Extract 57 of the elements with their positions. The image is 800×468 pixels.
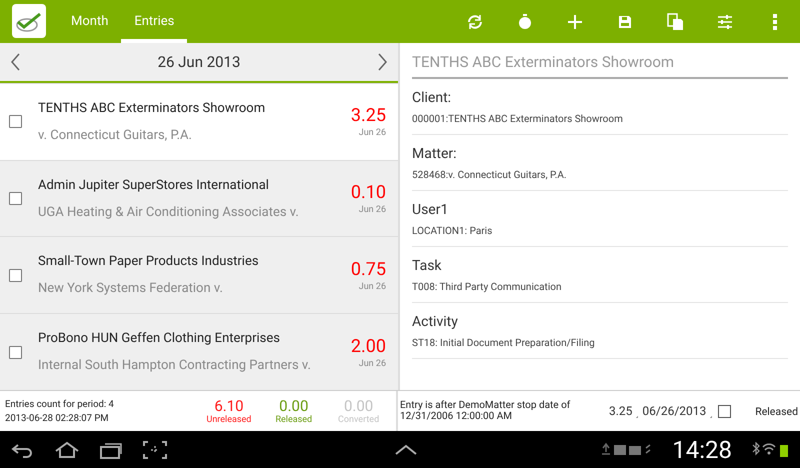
field-value: ST18: Initial Document Preparation/Filing: [412, 338, 596, 349]
clock-time: 14:28: [672, 436, 732, 464]
released-label: Released: [755, 404, 798, 418]
total-label: Unreleased: [206, 415, 252, 425]
matter-name: v. Connecticut Guitars, P.A.: [38, 128, 193, 143]
total-label: Converted: [338, 415, 380, 425]
hours-value: 0.10: [350, 182, 386, 204]
field-label: Matter:: [412, 146, 458, 162]
field-value: LOCATION1: Paris: [412, 226, 494, 237]
date-spinner[interactable]: 06/26/2013: [642, 404, 712, 418]
timestamp: 2013-06-28 02:28:07 PM: [5, 412, 110, 424]
entry-row[interactable]: Small-Town Paper Products Industries New York Systems Federation v. 0.75 Jun 26: [0, 236, 398, 314]
entry-row[interactable]: Admin Jupiter SuperStores International UGA Heating & Air Conditioning Associates v. 0.10 Jun 26: [0, 160, 398, 236]
hours-value: 3.25: [350, 105, 386, 126]
entry-date: Jun 26: [358, 205, 386, 216]
entry-date: Jun 26: [358, 282, 386, 292]
save-copy-icon[interactable]: [665, 12, 685, 32]
checkbox[interactable]: [9, 115, 22, 128]
chevron-left-icon[interactable]: [8, 52, 22, 72]
matter-name: Internal South Hampton Contracting Partners v.: [38, 358, 312, 374]
matter-name: New York Systems Federation v.: [38, 281, 224, 296]
warning-message: Entry is after DemoMatter stop date of 12/31/2006 12:00:00 AM: [400, 400, 572, 422]
client-name: Admin Jupiter SuperStores International: [38, 178, 270, 193]
field-value: 528468:v. Connecticut Guitars, P.A.: [412, 170, 568, 181]
entry-date: Jun 26: [358, 358, 386, 369]
field-label: User1: [412, 202, 450, 218]
released-checkbox[interactable]: [718, 404, 732, 418]
app-logo-icon: [12, 4, 46, 38]
client-name: ProBono HUN Geffen Clothing Enterprises: [38, 331, 281, 346]
entry-row[interactable]: TENTHS ABC Exterminators Showroom v. Connecticut Guitars, P.A. 3.25 Jun 26: [0, 82, 398, 160]
hours-value: 2.00: [350, 336, 386, 357]
hours-spinner[interactable]: 3.25: [609, 404, 638, 418]
client-name: TENTHS ABC Exterminators Showroom: [38, 100, 266, 116]
total-label: Released: [275, 415, 312, 425]
entry-date: Jun 26: [358, 128, 386, 138]
checkbox[interactable]: [9, 346, 22, 359]
field-value: 000001:TENTHS ABC Exterminators Showroom: [412, 114, 624, 125]
checkbox[interactable]: [9, 192, 22, 206]
field-label: Client:: [412, 90, 452, 106]
screenshot-icon[interactable]: [142, 440, 168, 460]
field-value: T008: Third Party Communication: [412, 282, 562, 293]
field-label: Activity: [412, 314, 459, 330]
matter-name: UGA Heating & Air Conditioning Associates v.: [38, 204, 300, 220]
detail-title: TENTHS ABC Exterminators Showroom: [412, 43, 788, 79]
home-icon[interactable]: [54, 440, 80, 460]
checkbox[interactable]: [9, 268, 22, 282]
hours-value: 0.75: [350, 258, 386, 280]
client-name: Small-Town Paper Products Industries: [38, 254, 260, 270]
total-value: 0.00: [279, 397, 308, 415]
current-date: 26 Jun 2013: [158, 52, 240, 71]
total-value: 6.10: [214, 397, 244, 415]
entries-count: Entries count for period: 4: [5, 398, 115, 410]
entry-row[interactable]: ProBono HUN Geffen Clothing Enterprises Internal South Hampton Contracting Partners v. 2.00 Jun 26: [0, 313, 398, 390]
field-label: Task: [412, 258, 443, 274]
chevron-right-icon[interactable]: [376, 52, 390, 72]
total-value: 0.00: [344, 397, 374, 415]
status-icons-drawing: [750, 442, 790, 458]
